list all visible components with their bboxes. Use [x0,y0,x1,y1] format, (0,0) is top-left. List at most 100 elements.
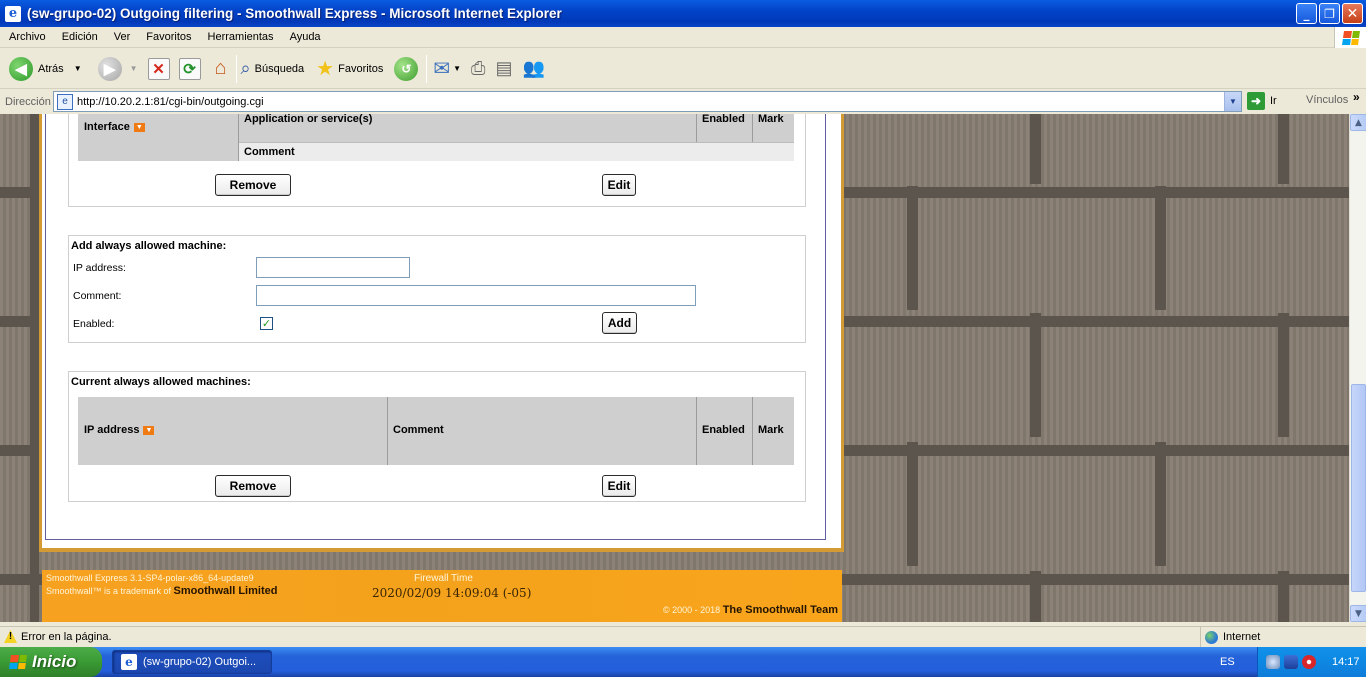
remove-machine-button[interactable]: Remove [215,475,291,497]
network-icon[interactable] [1266,655,1280,669]
copyright-text: © 2000 - 2018 The Smoothwall Team [663,604,838,616]
col-application[interactable]: Application or service(s) [244,114,372,125]
remove-rule-button[interactable]: Remove [215,174,291,196]
clock: 14:17 [1332,656,1360,668]
address-url[interactable]: http://10.20.2.1:81/cgi-bin/outgoing.cgi [77,96,264,108]
go-button[interactable]: ➜ Ir [1247,92,1277,110]
close-button[interactable]: ✕ [1342,3,1363,24]
enabled-label: Enabled: [73,318,115,330]
start-button[interactable]: Inicio [0,647,102,677]
go-arrow-icon: ➜ [1247,92,1265,110]
edit-page-icon[interactable]: ▤ [495,58,512,79]
back-dropdown-icon[interactable]: ▼ [74,64,82,73]
add-button[interactable]: Add [602,312,637,334]
forward-button[interactable]: ▶ ▼ [97,52,138,86]
mail-dropdown-icon[interactable]: ▼ [453,64,461,73]
page-icon: e [57,93,73,110]
taskbar-item-ie[interactable]: e (sw-grupo-02) Outgoi... [112,650,272,674]
antivirus-icon[interactable] [1284,655,1298,669]
enabled-checkbox[interactable]: ✓ [260,317,273,330]
team-link[interactable]: The Smoothwall Team [723,604,838,616]
ip-address-input[interactable] [256,257,410,278]
status-bar: ! Error en la página. Internet [0,626,1366,647]
back-arrow-icon: ◀ [9,56,33,81]
search-label: Búsqueda [254,62,305,75]
forward-dropdown-icon[interactable]: ▼ [130,64,138,73]
ip-address-label: IP address: [73,262,126,274]
internet-explorer-icon: e [121,654,137,670]
current-machines-section: Current always allowed machines: IP addr… [68,371,806,502]
start-label: Inicio [32,652,77,671]
menu-ver[interactable]: Ver [105,31,138,43]
security-zone: Internet [1200,627,1366,647]
window-title-bar: e (sw-grupo-02) Outgoing filtering - Smo… [0,0,1366,27]
favorites-star-icon: ★ [316,58,335,80]
menu-favoritos[interactable]: Favoritos [137,31,198,43]
col-mark[interactable]: Mark [758,114,784,125]
links-label[interactable]: Vínculos [1306,94,1348,106]
col-interface[interactable]: Interface ▼ [84,121,145,133]
windows-flag-icon [9,655,27,669]
refresh-icon[interactable]: ⟳ [178,57,201,80]
windows-logo-icon [1334,27,1366,48]
comment-input[interactable] [256,285,696,306]
rules-section: Interface ▼ Application or service(s) Ena… [68,114,806,207]
smoothwall-footer: Smoothwall Express 3.1-SP4-polar-x86_64-… [42,570,842,622]
address-dropdown-icon[interactable]: ▼ [1224,92,1241,111]
language-indicator[interactable]: ES [1220,656,1235,668]
maximize-button[interactable]: ❐ [1319,3,1340,24]
vertical-scrollbar[interactable]: ▲ ▼ [1349,114,1366,622]
taskbar-item-label: (sw-grupo-02) Outgoi... [143,656,257,668]
edit-rule-button[interactable]: Edit [602,174,636,196]
print-icon[interactable]: ⎙ [471,58,485,79]
comment-label: Comment: [73,290,122,302]
search-button[interactable]: ⌕ Búsqueda [241,52,305,86]
menu-herramientas[interactable]: Herramientas [199,31,281,43]
current-machines-title: Current always allowed machines: [71,376,251,388]
sort-down-icon[interactable]: ▼ [133,122,145,132]
internet-globe-icon [1205,630,1218,644]
warning-icon[interactable]: ! [4,630,17,643]
col-ip-address[interactable]: IP address ▼ [84,424,155,436]
sort-down-icon[interactable]: ▼ [143,425,155,435]
security-shield-icon[interactable] [1302,655,1316,669]
favorites-button[interactable]: ★ Favoritos [316,52,383,86]
internet-explorer-icon: e [5,5,21,22]
messenger-icon[interactable]: 👥 [522,58,544,79]
scrollbar-thumb[interactable] [1351,384,1366,592]
taskbar: Inicio e (sw-grupo-02) Outgoi... ES 14:1… [0,647,1366,677]
menu-ayuda[interactable]: Ayuda [281,31,328,43]
scroll-down-icon[interactable]: ▼ [1350,605,1366,622]
address-input[interactable]: e http://10.20.2.1:81/cgi-bin/outgoing.c… [53,91,1242,112]
scroll-up-icon[interactable]: ▲ [1350,114,1366,131]
stop-icon[interactable]: ✕ [147,57,170,80]
col-comment[interactable]: Comment [393,424,444,436]
back-label: Atrás [38,62,64,75]
page-viewport: Interface ▼ Application or service(s) Ena… [0,114,1349,622]
back-button[interactable]: ◀ Atrás ▼ [9,52,82,86]
col-comment[interactable]: Comment [244,146,295,158]
toolbar-separator-2 [426,54,428,83]
zone-label: Internet [1223,631,1261,643]
firewall-time-label: Firewall Time [414,573,473,584]
address-bar: Dirección e http://10.20.2.1:81/cgi-bin/… [0,90,1366,113]
trademark-text: Smoothwall™ is a trademark of Smoothwall… [46,585,278,597]
machines-table-header: IP address ▼ Comment Enabled Mark [78,397,794,465]
col-enabled[interactable]: Enabled [702,114,745,125]
smoothwall-page: Interface ▼ Application or service(s) Ena… [39,114,844,552]
menu-bar: Archivo Edición Ver Favoritos Herramient… [0,27,1366,48]
version-text: Smoothwall Express 3.1-SP4-polar-x86_64-… [46,573,254,583]
links-chevron-icon[interactable]: » [1353,90,1360,104]
mail-icon[interactable]: ✉ [433,56,450,81]
col-mark[interactable]: Mark [758,424,784,436]
favorites-label: Favoritos [338,62,384,75]
minimize-button[interactable]: _ [1296,3,1317,24]
edit-machine-button[interactable]: Edit [602,475,636,497]
status-message: Error en la página. [21,631,112,643]
col-enabled[interactable]: Enabled [702,424,745,436]
home-icon[interactable]: ⌂ [210,57,232,80]
history-icon[interactable]: ↺ [394,56,419,81]
menu-edicion[interactable]: Edición [53,31,105,43]
menu-archivo[interactable]: Archivo [0,31,53,43]
firewall-time: 2020/02/09 14:09:04 (-05) [372,586,532,600]
